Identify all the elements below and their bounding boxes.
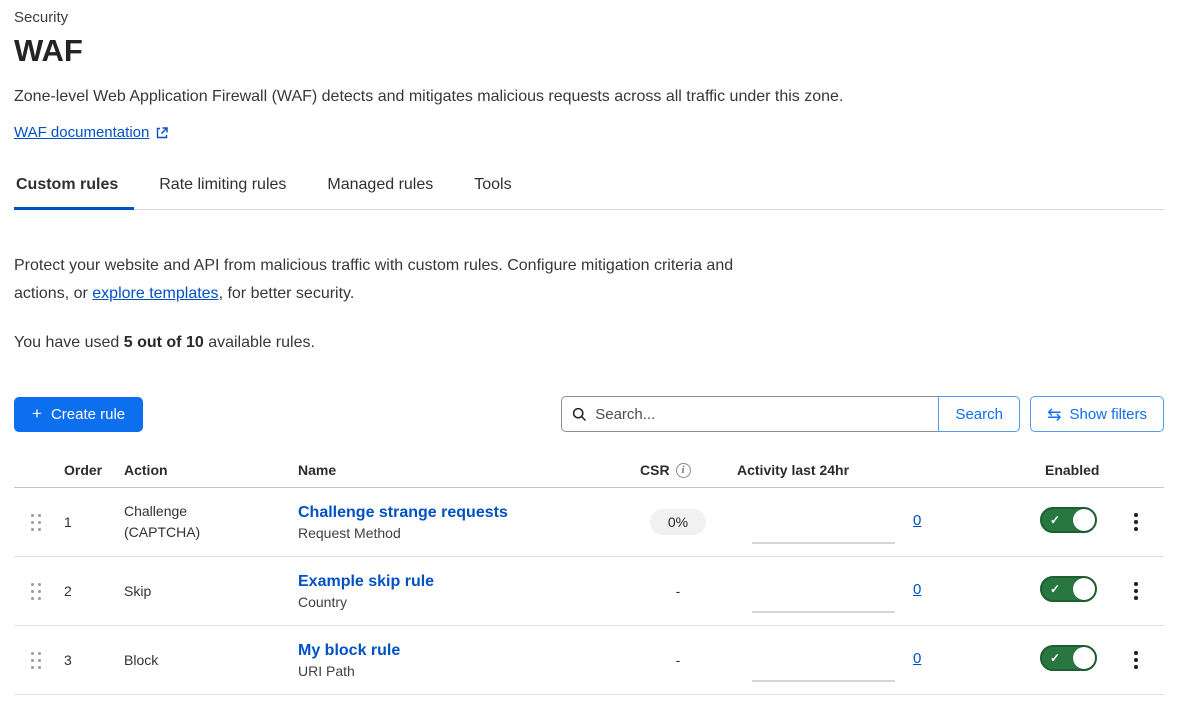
rule-order: 1	[64, 514, 124, 530]
activity-sparkline	[752, 680, 895, 682]
csr-value: -	[628, 583, 728, 599]
rule-name-link[interactable]: My block rule	[298, 642, 400, 660]
column-header-name: Name	[298, 462, 628, 478]
show-filters-label: Show filters	[1069, 406, 1147, 423]
enabled-toggle[interactable]: ✓	[1040, 576, 1097, 602]
search-input[interactable]	[595, 406, 928, 423]
tab-bar: Custom rules Rate limiting rules Managed…	[14, 176, 1164, 210]
info-icon[interactable]: i	[676, 463, 691, 478]
rule-name-cell: Example skip rule Country	[298, 573, 628, 610]
activity-count-link[interactable]: 0	[913, 581, 921, 598]
rule-name-link[interactable]: Example skip rule	[298, 573, 434, 591]
activity-sparkline	[752, 542, 895, 544]
activity-cell: 0	[728, 488, 1018, 556]
kebab-menu-icon[interactable]	[1128, 509, 1144, 535]
plus-icon: +	[32, 404, 42, 424]
enabled-cell: ✓	[1018, 507, 1128, 538]
intro-text: Protect your website and API from malici…	[14, 252, 759, 308]
csr-value: -	[628, 652, 728, 668]
activity-cell: 0	[728, 557, 1018, 625]
csr-badge: 0%	[650, 509, 706, 535]
activity-cell: 0	[728, 626, 1018, 694]
rule-field: Request Method	[298, 525, 628, 541]
drag-handle-icon[interactable]	[31, 652, 41, 669]
drag-handle-icon[interactable]	[31, 583, 41, 600]
column-header-action: Action	[124, 462, 298, 478]
table-header-row: Order Action Name CSR i Activity last 24…	[14, 462, 1164, 488]
drag-handle-icon[interactable]	[31, 514, 41, 531]
toggle-knob	[1073, 509, 1095, 531]
column-header-order: Order	[64, 462, 124, 478]
check-icon: ✓	[1050, 582, 1060, 596]
intro-text-after: , for better security.	[219, 285, 355, 302]
page-description: Zone-level Web Application Firewall (WAF…	[14, 88, 1164, 106]
tab-custom-rules[interactable]: Custom rules	[15, 176, 119, 209]
activity-count-link[interactable]: 0	[913, 512, 921, 529]
check-icon: ✓	[1050, 513, 1060, 527]
waf-documentation-link[interactable]: WAF documentation	[14, 124, 149, 141]
usage-prefix: You have used	[14, 334, 124, 351]
breadcrumb: Security	[14, 9, 1164, 26]
rule-order: 3	[64, 652, 124, 668]
usage-suffix: available rules.	[204, 334, 315, 351]
table-row: 2 Skip Example skip rule Country - 0 ✓	[14, 557, 1164, 626]
waf-page: Security WAF Zone-level Web Application …	[0, 0, 1177, 695]
kebab-menu-icon[interactable]	[1128, 578, 1144, 604]
rule-action: Challenge (CAPTCHA)	[124, 501, 246, 543]
create-rule-button[interactable]: + Create rule	[14, 397, 143, 432]
rule-action: Skip	[124, 581, 246, 602]
enabled-cell: ✓	[1018, 576, 1128, 607]
search-icon	[572, 407, 587, 422]
external-link-icon	[155, 126, 169, 140]
tab-managed-rules[interactable]: Managed rules	[326, 176, 434, 209]
enabled-toggle[interactable]: ✓	[1040, 645, 1097, 671]
rule-order: 2	[64, 583, 124, 599]
explore-templates-link[interactable]: explore templates	[92, 285, 218, 302]
csr-label: CSR	[640, 462, 670, 478]
column-header-activity: Activity last 24hr	[728, 462, 1018, 478]
toggle-knob	[1073, 578, 1095, 600]
rule-action: Block	[124, 650, 246, 671]
table-row: 1 Challenge (CAPTCHA) Challenge strange …	[14, 488, 1164, 557]
rule-field: Country	[298, 594, 628, 610]
enabled-toggle[interactable]: ✓	[1040, 507, 1097, 533]
usage-text: You have used 5 out of 10 available rule…	[14, 334, 1164, 352]
enabled-cell: ✓	[1018, 645, 1128, 676]
create-rule-label: Create rule	[51, 406, 125, 423]
table-row: 3 Block My block rule URI Path - 0 ✓	[14, 626, 1164, 695]
column-header-csr: CSR i	[628, 462, 728, 478]
rule-name-link[interactable]: Challenge strange requests	[298, 504, 508, 522]
check-icon: ✓	[1050, 651, 1060, 665]
page-title: WAF	[14, 33, 1164, 69]
tab-rate-limiting-rules[interactable]: Rate limiting rules	[158, 176, 287, 209]
toggle-knob	[1073, 647, 1095, 669]
rule-name-cell: Challenge strange requests Request Metho…	[298, 504, 628, 541]
usage-count: 5 out of 10	[124, 334, 204, 351]
search-box	[561, 396, 939, 432]
column-header-enabled: Enabled	[1018, 462, 1128, 478]
activity-count-link[interactable]: 0	[913, 650, 921, 667]
tab-tools[interactable]: Tools	[473, 176, 512, 209]
swap-arrows-icon: ⇆	[1047, 406, 1061, 423]
kebab-menu-icon[interactable]	[1128, 647, 1144, 673]
csr-value: 0%	[628, 509, 728, 535]
show-filters-button[interactable]: ⇆ Show filters	[1030, 396, 1164, 432]
rule-name-cell: My block rule URI Path	[298, 642, 628, 679]
rules-table: Order Action Name CSR i Activity last 24…	[14, 462, 1164, 695]
search-button[interactable]: Search	[938, 396, 1020, 432]
rule-field: URI Path	[298, 663, 628, 679]
activity-sparkline	[752, 611, 895, 613]
rules-toolbar: + Create rule Search ⇆ Show filt	[14, 396, 1164, 432]
